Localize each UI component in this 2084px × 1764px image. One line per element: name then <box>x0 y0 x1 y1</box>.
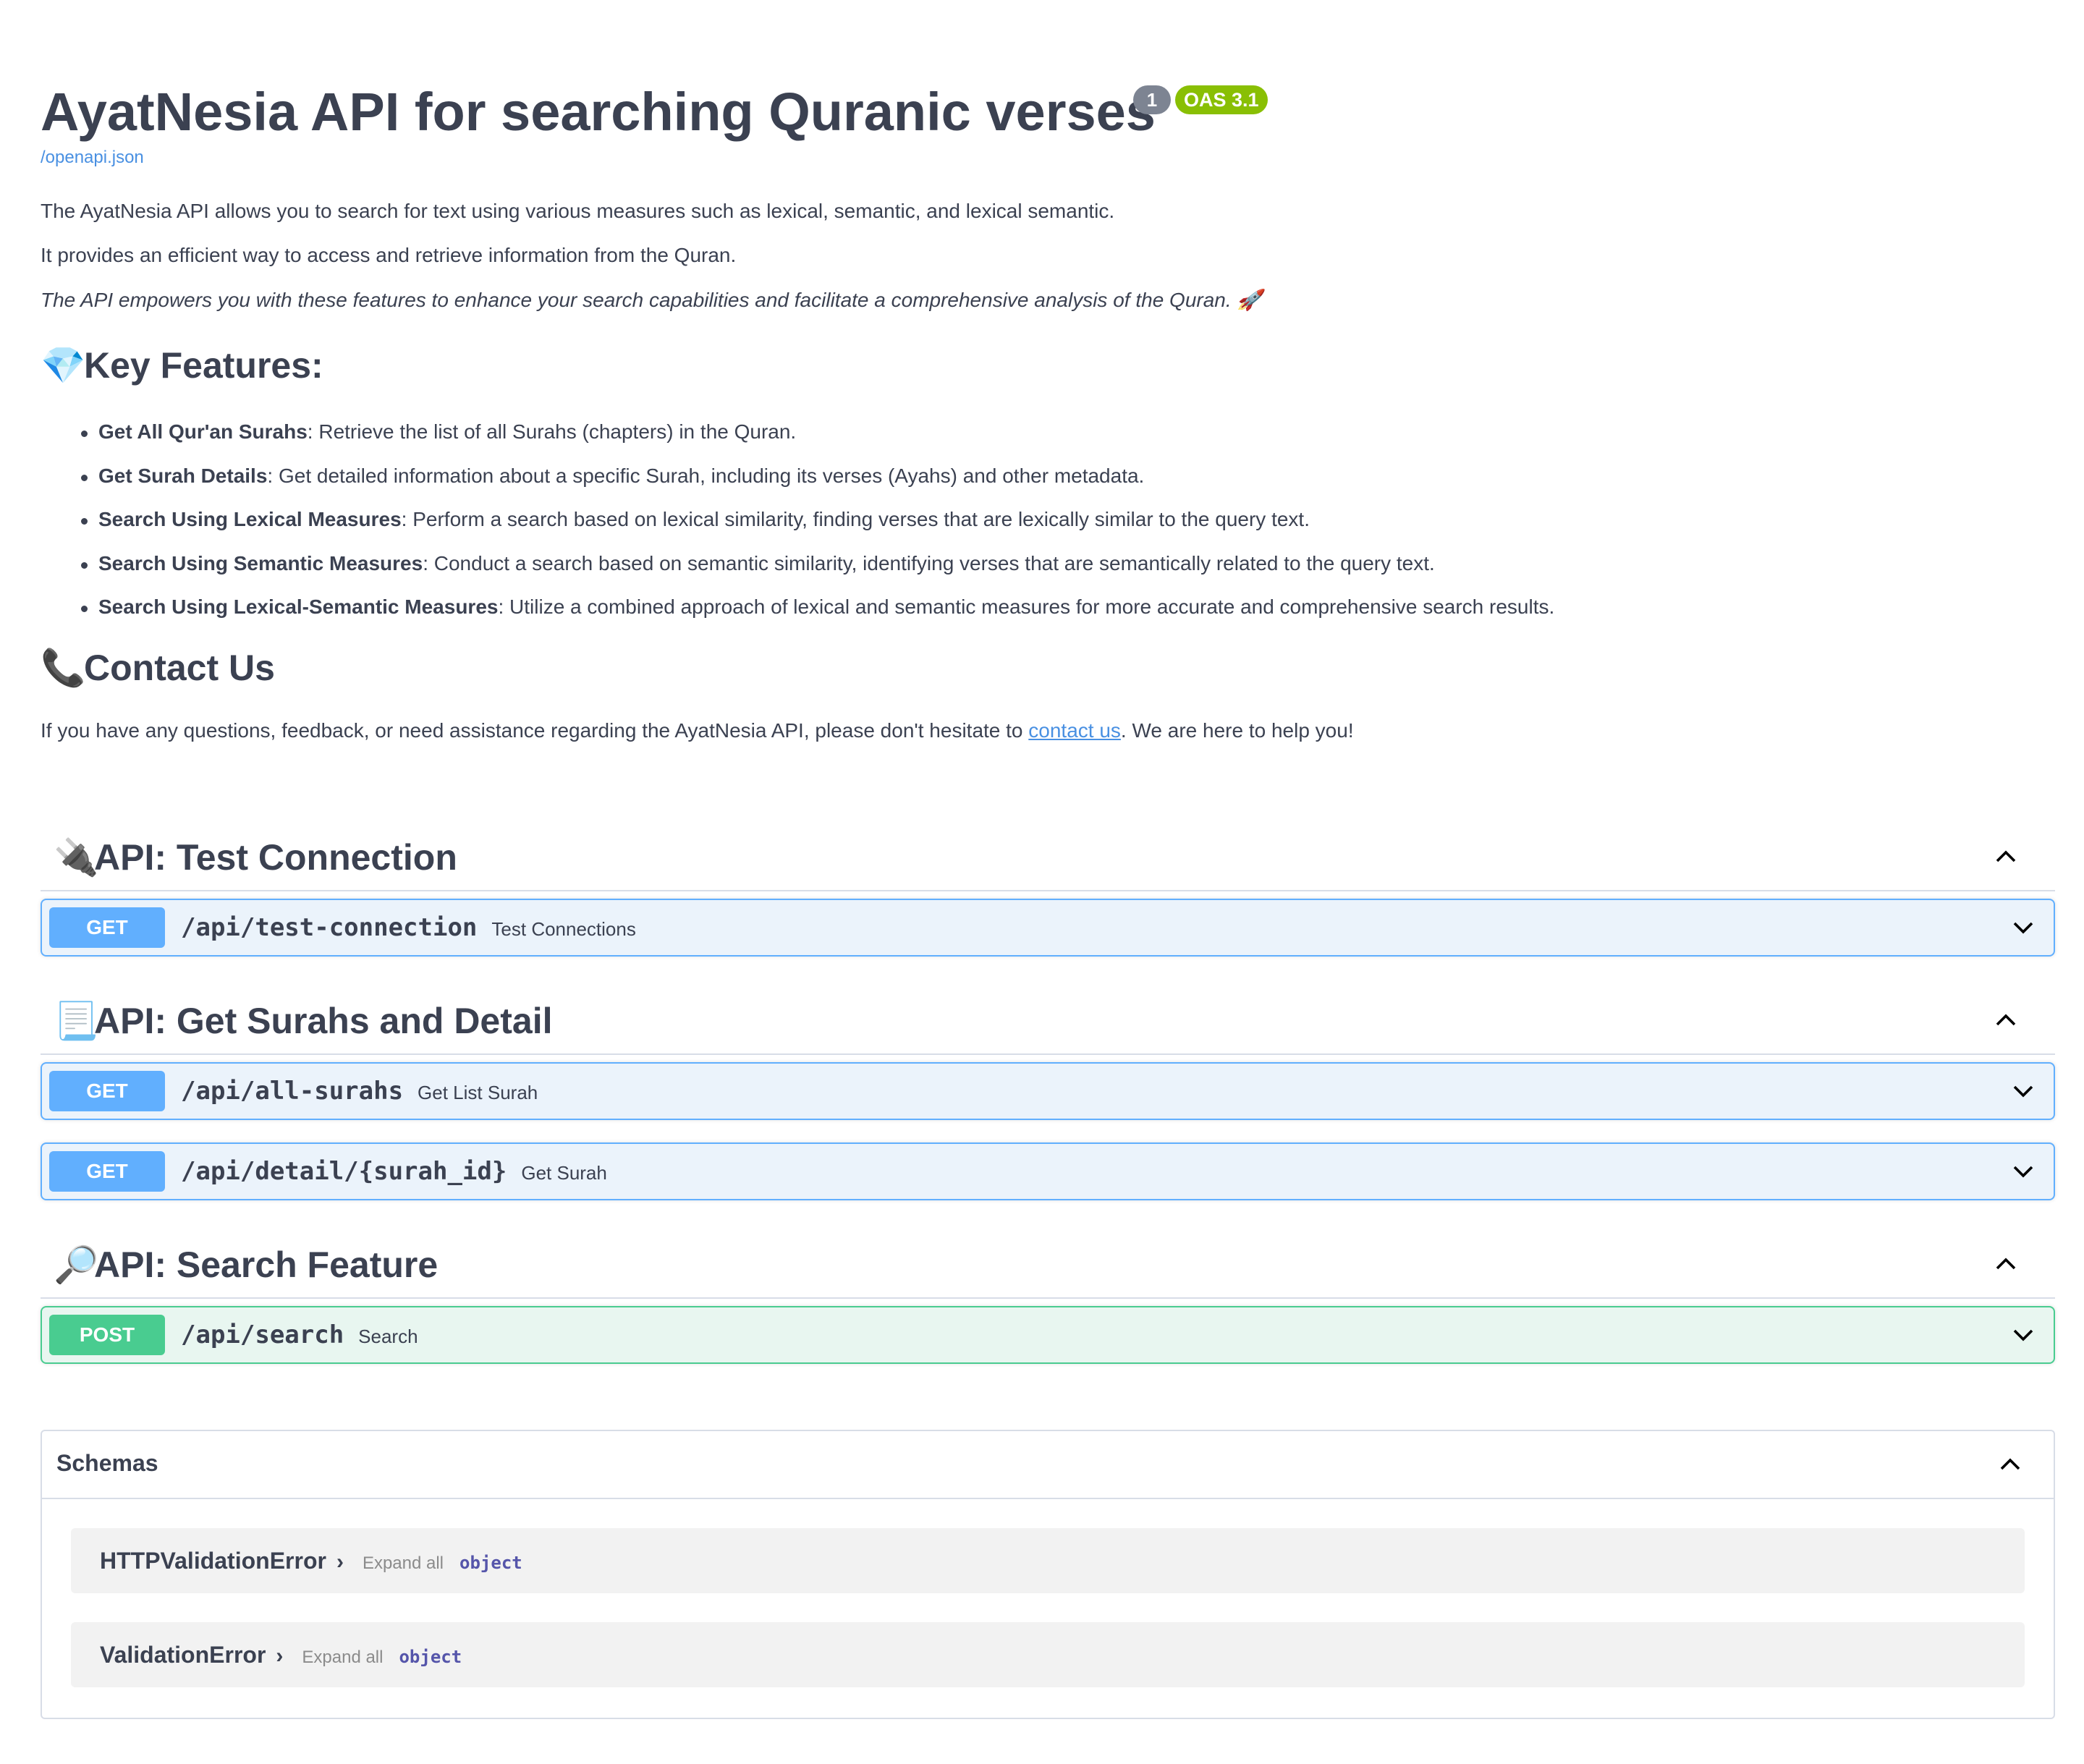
model-type: object <box>399 1647 462 1667</box>
tag-title: 🔌API: Test Connection <box>54 836 457 879</box>
schemas-title: Schemas <box>56 1450 158 1476</box>
operation-search[interactable]: POST /api/search Search <box>41 1306 2055 1364</box>
chevron-down-icon[interactable] <box>2009 1320 2038 1349</box>
operation-path-wrap: /api/all-surahs Get List Surah <box>181 1064 538 1119</box>
operation-all-surahs[interactable]: GET /api/all-surahs Get List Surah <box>41 1062 2055 1120</box>
feature-text: : Get detailed information about a speci… <box>267 464 1145 487</box>
operation-summary: Get Surah <box>521 1162 607 1184</box>
model-type: object <box>459 1553 522 1573</box>
list-item: Search Using Lexical-Semantic Measures: … <box>58 588 1554 632</box>
chevron-up-icon[interactable] <box>1996 1450 2025 1479</box>
page-icon: 📃 <box>54 1001 99 1041</box>
schemas-section: Schemas HTTPValidationError › Expand all ob… <box>41 1430 2055 1719</box>
feature-name: Search Using Lexical-Semantic Measures <box>98 595 499 618</box>
operation-path-wrap: /api/test-connection Test Connections <box>181 900 636 955</box>
expand-all-button[interactable]: Expand all <box>302 1648 383 1667</box>
operation-path: /api/search <box>181 1320 344 1349</box>
feature-text: : Retrieve the list of all Surahs (chapt… <box>307 420 797 443</box>
feature-text: : Perform a search based on lexical simi… <box>401 508 1310 530</box>
gem-icon: 💎 <box>41 345 86 386</box>
feature-text: : Conduct a search based on semantic sim… <box>423 551 1435 574</box>
version-badge: 1 <box>1133 85 1171 114</box>
operation-detail-surah[interactable]: GET /api/detail/{surah_id} Get Surah <box>41 1142 2055 1200</box>
chevron-down-icon[interactable] <box>2009 1157 2038 1186</box>
model-httpvalidationerror[interactable]: HTTPValidationError › Expand all object <box>71 1528 2025 1593</box>
tag-name: API: Get Surahs and Detail <box>94 1001 553 1041</box>
chevron-down-icon[interactable] <box>2009 1077 2038 1106</box>
tag-name: API: Search Feature <box>94 1244 439 1285</box>
key-features-title: Key Features: <box>84 345 323 386</box>
chevron-down-icon[interactable] <box>2009 913 2038 942</box>
page-title: AyatNesia API for searching Quranic vers… <box>41 82 1156 142</box>
list-item: Get Surah Details: Get detailed informat… <box>58 457 1554 501</box>
model-row: ValidationError › Expand all object <box>100 1622 462 1687</box>
tag-title: 🔎API: Search Feature <box>54 1244 438 1286</box>
operation-summary: Test Connections <box>491 918 636 940</box>
method-badge: POST <box>49 1315 165 1355</box>
method-badge: GET <box>49 1071 165 1111</box>
tag-name: API: Test Connection <box>94 837 457 878</box>
phone-icon: 📞 <box>41 648 86 688</box>
feature-name: Get All Qur'an Surahs <box>98 420 308 443</box>
list-item: Get All Qur'an Surahs: Retrieve the list… <box>58 412 1554 457</box>
operation-path-wrap: /api/detail/{surah_id} Get Surah <box>181 1144 607 1199</box>
feature-text: : Utilize a combined approach of lexical… <box>498 595 1555 618</box>
tag-test-connection[interactable]: 🔌API: Test Connection <box>41 820 2055 891</box>
model-name[interactable]: HTTPValidationError <box>100 1548 326 1574</box>
magnifier-icon: 🔎 <box>54 1244 99 1285</box>
oas-badge: OAS 3.1 <box>1175 85 1268 114</box>
feature-name: Search Using Semantic Measures <box>98 551 423 574</box>
operation-summary: Search <box>358 1326 418 1347</box>
features-list: Get All Qur'an Surahs: Retrieve the list… <box>58 412 1554 632</box>
operation-path: /api/detail/{surah_id} <box>181 1157 507 1186</box>
feature-name: Search Using Lexical Measures <box>98 508 402 530</box>
model-row: HTTPValidationError › Expand all object <box>100 1528 522 1593</box>
description-line-1: The AyatNesia API allows you to search f… <box>41 200 1115 222</box>
description-line-2: It provides an efficient way to access a… <box>41 244 737 266</box>
contact-text-after: . We are here to help you! <box>1120 719 1354 742</box>
chevron-right-icon[interactable]: › <box>336 1530 344 1595</box>
list-item: Search Using Semantic Measures: Conduct … <box>58 544 1554 588</box>
feature-name: Get Surah Details <box>98 464 268 487</box>
operation-test-connection[interactable]: GET /api/test-connection Test Connections <box>41 899 2055 957</box>
model-name[interactable]: ValidationError <box>100 1642 266 1668</box>
plug-icon: 🔌 <box>54 837 99 878</box>
operation-path: /api/all-surahs <box>181 1077 404 1106</box>
contact-title: Contact Us <box>84 648 275 688</box>
chevron-up-icon[interactable] <box>1991 842 2020 871</box>
model-validationerror[interactable]: ValidationError › Expand all object <box>71 1622 2025 1687</box>
chevron-up-icon[interactable] <box>1991 1250 2020 1279</box>
contact-heading: 📞Contact Us <box>41 647 275 690</box>
tag-title: 📃API: Get Surahs and Detail <box>54 1000 552 1043</box>
contact-us-link[interactable]: contact us <box>1028 719 1121 742</box>
method-badge: GET <box>49 1151 165 1192</box>
operation-summary: Get List Surah <box>418 1082 538 1103</box>
operation-path: /api/test-connection <box>181 913 478 942</box>
schemas-header[interactable]: Schemas <box>42 1431 2054 1499</box>
expand-all-button[interactable]: Expand all <box>363 1553 444 1573</box>
key-features-heading: 💎Key Features: <box>41 344 323 387</box>
contact-paragraph: If you have any questions, feedback, or … <box>41 719 1354 742</box>
operation-path-wrap: /api/search Search <box>181 1307 418 1362</box>
chevron-up-icon[interactable] <box>1991 1006 2020 1035</box>
method-badge: GET <box>49 907 165 948</box>
list-item: Search Using Lexical Measures: Perform a… <box>58 500 1554 544</box>
description-line-3: The API empowers you with these features… <box>41 289 1263 311</box>
tag-search-feature[interactable]: 🔎API: Search Feature <box>41 1228 2055 1299</box>
info-header: AyatNesia API for searching Quranic vers… <box>41 72 1268 152</box>
contact-text-before: If you have any questions, feedback, or … <box>41 719 1029 742</box>
openapi-json-link[interactable]: /openapi.json <box>41 148 144 168</box>
swagger-page: AyatNesia API for searching Quranic vers… <box>0 0 2084 1764</box>
chevron-right-icon[interactable]: › <box>276 1624 283 1689</box>
tag-get-surahs[interactable]: 📃API: Get Surahs and Detail <box>41 984 2055 1055</box>
